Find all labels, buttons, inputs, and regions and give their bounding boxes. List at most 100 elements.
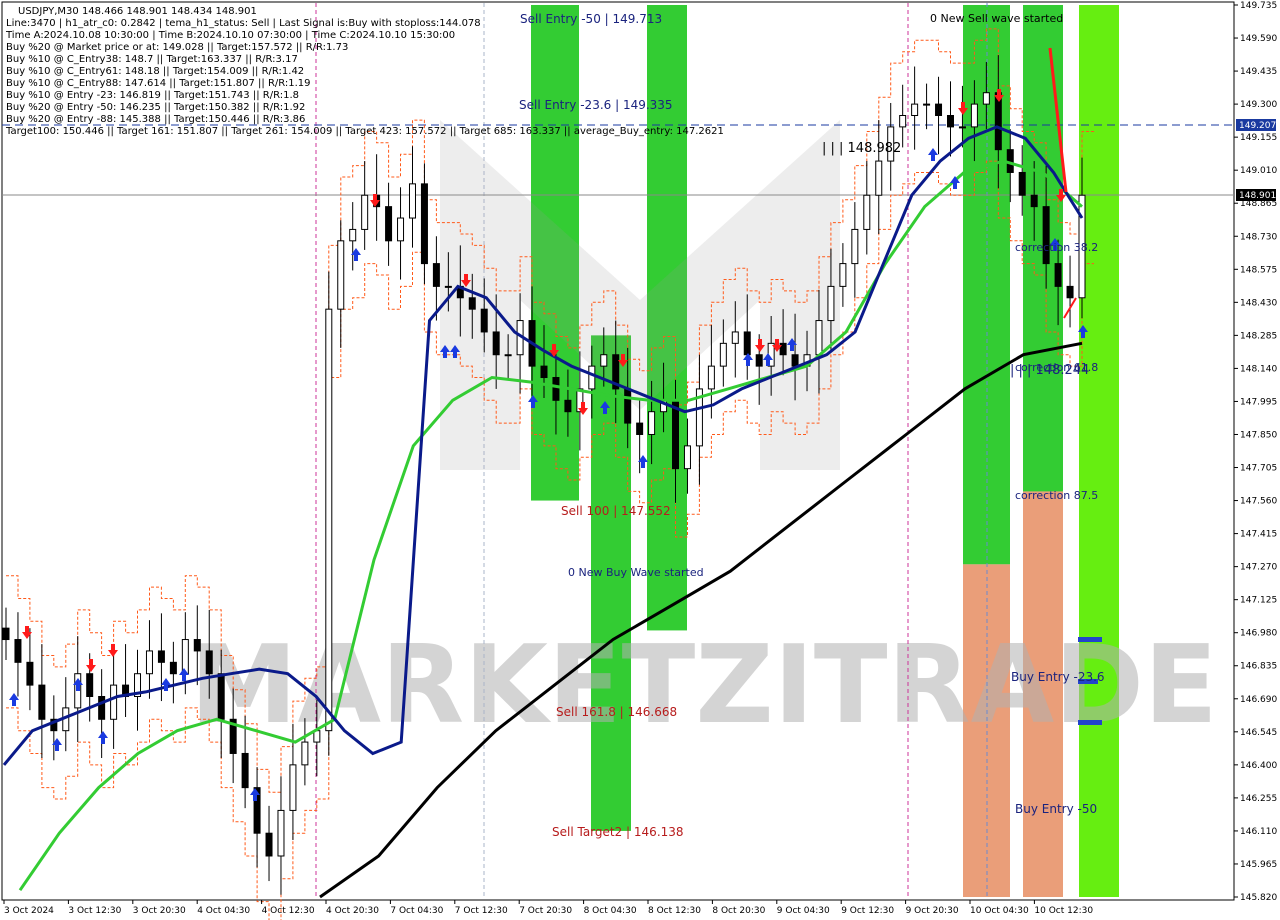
price-tick-label: 146.110 <box>1240 827 1277 837</box>
candle-body <box>911 103 919 117</box>
zone-bright-green <box>1079 5 1119 897</box>
candle-body <box>958 126 966 129</box>
candle-body <box>432 263 440 287</box>
price-tick-label: 149.300 <box>1240 100 1277 110</box>
time-tick-label: 4 Oct 12:30 <box>262 906 315 916</box>
time-tick-label: 9 Oct 20:30 <box>906 906 959 916</box>
info-line-entry-23: Buy %10 @ Entry -23: 146.819 || Target:1… <box>6 90 299 101</box>
candle-body <box>26 661 34 686</box>
price-tick-label: 145.965 <box>1240 860 1277 870</box>
candle-body <box>648 411 656 435</box>
time-tick-label: 7 Oct 20:30 <box>519 906 572 916</box>
buy-entry-marker <box>1078 637 1102 642</box>
candle-body <box>1054 263 1062 287</box>
annotation-sell-1618: Sell 161.8 | 146.668 <box>556 705 677 719</box>
candle-body <box>731 331 739 344</box>
price-tick-label: 147.705 <box>1240 464 1277 474</box>
candle-body <box>349 228 357 242</box>
annotation-sell-entry-236: Sell Entry -23.6 | 149.335 <box>519 98 673 112</box>
candle-body <box>2 627 10 641</box>
time-tick-label: 3 Oct 20:30 <box>133 906 186 916</box>
price-tick-label: 148.285 <box>1240 331 1277 341</box>
info-line-targets: Target100: 150.446 || Target 161: 151.80… <box>5 126 724 137</box>
candle-body <box>1018 171 1026 196</box>
time-tick-label: 4 Oct 04:30 <box>197 906 250 916</box>
candle-body <box>14 639 22 663</box>
candle-body <box>205 650 213 675</box>
price-tick-label: 147.270 <box>1240 563 1277 573</box>
price-tick-label: 149.010 <box>1240 166 1277 176</box>
price-tick-label: 146.255 <box>1240 794 1277 804</box>
candle-body <box>600 354 608 367</box>
candle-body <box>923 103 931 106</box>
candle-body <box>588 365 596 390</box>
candle-body <box>110 684 118 720</box>
price-tick-label: 149.590 <box>1240 34 1277 44</box>
price-tick-label: 148.730 <box>1240 232 1277 242</box>
candle-body <box>540 365 548 379</box>
candle-body <box>839 263 847 287</box>
price-tick-label: 146.835 <box>1240 662 1277 672</box>
info-line-market-entry: Buy %20 @ Market price or at: 149.028 ||… <box>6 42 348 53</box>
time-axis: 3 Oct 2024 3 Oct 12:30 3 Oct 20:30 4 Oct 04… <box>3 900 1093 916</box>
candle-body <box>982 92 990 105</box>
info-line-entry-50: Buy %20 @ Entry -50: 146.235 || Target:1… <box>6 102 305 113</box>
annotation-correction-382: correction 38.2 <box>1015 241 1098 254</box>
info-line-symbol: USDJPY,M30 148.466 148.901 148.434 148.9… <box>18 6 257 17</box>
candle-body <box>181 639 189 675</box>
annotation-correction-875: correction 87.5 <box>1015 489 1098 502</box>
candle-body <box>145 650 153 675</box>
candle-body <box>444 285 452 288</box>
candle-body <box>277 809 285 857</box>
price-tick-label: 147.995 <box>1240 397 1277 407</box>
candle-body <box>492 331 500 356</box>
candle-body <box>289 764 297 811</box>
candle-body <box>1030 194 1038 208</box>
annotation-sell-100: Sell 100 | 147.552 <box>561 504 671 518</box>
candle-body <box>385 206 393 242</box>
candle-body <box>683 445 691 470</box>
price-tick-label: 149.435 <box>1240 67 1277 77</box>
candle-body <box>1042 206 1050 265</box>
candle-body <box>564 399 572 413</box>
price-tick-label: 146.690 <box>1240 695 1277 705</box>
time-tick-label: 7 Oct 12:30 <box>455 906 508 916</box>
candle-body <box>408 183 416 219</box>
candle-body <box>935 103 943 117</box>
time-tick-label: 10 Oct 12:30 <box>1034 906 1093 916</box>
candle-body <box>265 832 273 857</box>
candle-body <box>420 183 428 265</box>
time-tick-label: 9 Oct 04:30 <box>777 906 830 916</box>
price-tick-label: 148.575 <box>1240 265 1277 275</box>
candle-body <box>38 684 46 720</box>
info-line-entry88: Buy %10 @ C_Entry88: 147.614 || Target:1… <box>6 78 311 89</box>
candle-body <box>946 115 954 128</box>
price-tick-label: 147.560 <box>1240 497 1277 507</box>
annotation-level-148982: | | | 148.982 <box>822 141 901 156</box>
candle-body <box>301 741 309 766</box>
candle-body <box>241 752 249 789</box>
candle-body <box>480 308 488 333</box>
candle-body <box>994 92 1002 151</box>
info-line-entry38: Buy %10 @ C_Entry38: 148.7 || Target:163… <box>6 54 298 65</box>
candle-body <box>552 377 560 401</box>
candle-body <box>755 354 763 367</box>
candle-body <box>624 388 632 424</box>
candle-body <box>863 194 871 230</box>
candle-body <box>397 217 405 242</box>
annotation-sell-entry-50: Sell Entry -50 | 149.713 <box>520 12 662 26</box>
info-line-times: Time A:2024.10.08 10:30:00 | Time B:2024… <box>5 30 455 41</box>
time-tick-label: 8 Oct 12:30 <box>648 906 701 916</box>
candle-body <box>899 115 907 128</box>
annotation-new-buy-wave: 0 New Buy Wave started <box>568 566 704 579</box>
price-tick-label: 149.735 <box>1240 1 1277 11</box>
time-tick-label: 3 Oct 2024 <box>4 906 54 916</box>
annotation-buy-entry-50: Buy Entry -50 <box>1015 802 1097 816</box>
candle-body <box>157 650 165 663</box>
candle-body <box>815 320 823 356</box>
price-tick-label: 147.415 <box>1240 530 1277 540</box>
info-line-entry61: Buy %10 @ C_Entry61: 148.18 || Target:15… <box>6 66 304 77</box>
candle-body <box>504 354 512 357</box>
time-tick-label: 10 Oct 04:30 <box>970 906 1029 916</box>
price-tick-label: 148.430 <box>1240 298 1277 308</box>
